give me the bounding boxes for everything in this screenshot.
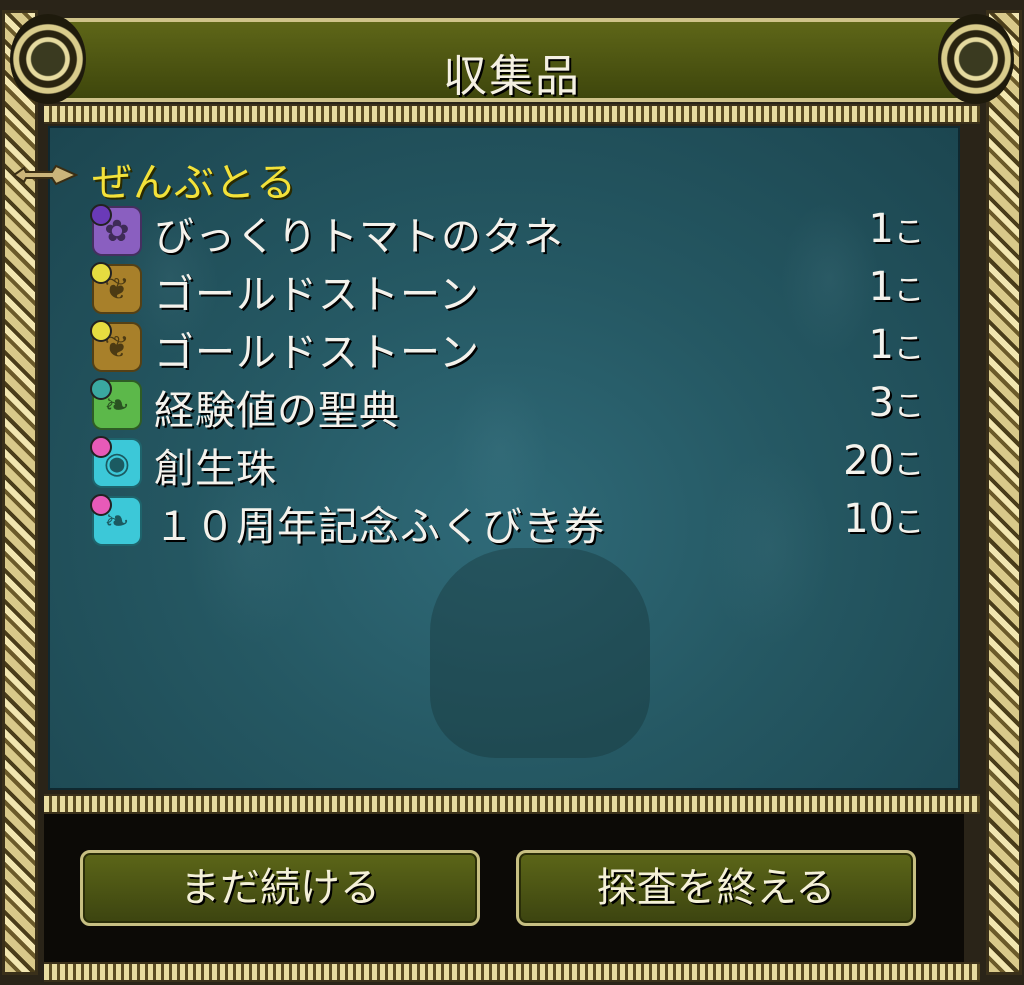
continue-button[interactable]: まだ続ける: [80, 850, 480, 926]
top-divider-ornament: [44, 104, 980, 124]
quantity-unit: こ: [894, 447, 924, 482]
list-item[interactable]: ❧ １０周年記念ふくびき券 10こ: [90, 490, 930, 550]
window-title: 収集品: [443, 51, 581, 102]
corner-ornament-left-icon: [10, 14, 86, 104]
game-window: 収集品 ぜんぶとる ✿ びっくりトマトのタネ 1こ ❦ ゴールドストーン 1こ ❦ ゴールドス…: [0, 0, 1024, 985]
rarity-gem-icon: [90, 378, 112, 400]
rarity-gem-icon: [90, 204, 112, 226]
selection-cursor-icon: [12, 164, 78, 186]
corner-ornament-right-icon: [938, 14, 1014, 104]
bottom-divider-ornament: [44, 962, 980, 982]
item-name: １０周年記念ふくびき券: [154, 504, 605, 550]
right-border-ornament: [986, 10, 1022, 975]
background-monster-silhouette: [430, 548, 650, 758]
item-quantity: 1こ: [869, 206, 924, 252]
quantity-unit: こ: [894, 331, 924, 366]
item-name: ゴールドストーン: [154, 272, 480, 318]
quantity-unit: こ: [894, 389, 924, 424]
list-item[interactable]: ❦ ゴールドストーン 1こ: [90, 316, 930, 376]
quantity-unit: こ: [894, 273, 924, 308]
quantity-number: 10: [843, 496, 894, 542]
quantity-number: 20: [843, 438, 894, 484]
quantity-unit: こ: [894, 505, 924, 540]
orb-icon: ◉: [90, 436, 142, 488]
item-quantity: 3こ: [869, 380, 924, 426]
quantity-number: 1: [868, 264, 894, 310]
left-border-ornament: [2, 10, 38, 975]
quantity-number: 1: [868, 206, 894, 252]
quantity-unit: こ: [894, 215, 924, 250]
stone-icon: ❦: [90, 262, 142, 314]
middle-divider-ornament: [44, 794, 980, 814]
list-item[interactable]: ❦ ゴールドストーン 1こ: [90, 258, 930, 318]
item-name: 経験値の聖典: [154, 388, 400, 434]
finish-exploration-button[interactable]: 探査を終える: [516, 850, 916, 926]
item-name: 創生珠: [154, 446, 277, 492]
item-name: びっくりトマトのタネ: [154, 214, 564, 260]
rarity-gem-icon: [90, 262, 112, 284]
list-item[interactable]: ❧ 経験値の聖典 3こ: [90, 374, 930, 434]
rarity-gem-icon: [90, 320, 112, 342]
ticket-icon: ❧: [90, 494, 142, 546]
rarity-gem-icon: [90, 436, 112, 458]
command-area: まだ続ける 探査を終える: [44, 814, 964, 962]
seed-icon: ✿: [90, 204, 142, 256]
item-quantity: 20こ: [843, 438, 924, 484]
item-quantity: 10こ: [843, 496, 924, 542]
quantity-number: 3: [868, 380, 894, 426]
quantity-number: 1: [868, 322, 894, 368]
rarity-gem-icon: [90, 494, 112, 516]
title-bar: 収集品: [44, 18, 980, 102]
stone-icon: ❦: [90, 320, 142, 372]
item-quantity: 1こ: [869, 264, 924, 310]
list-item[interactable]: ◉ 創生珠 20こ: [90, 432, 930, 492]
list-item[interactable]: ✿ びっくりトマトのタネ 1こ: [90, 200, 930, 260]
leaf-icon: ❧: [90, 378, 142, 430]
item-quantity: 1こ: [869, 322, 924, 368]
item-name: ゴールドストーン: [154, 330, 480, 376]
